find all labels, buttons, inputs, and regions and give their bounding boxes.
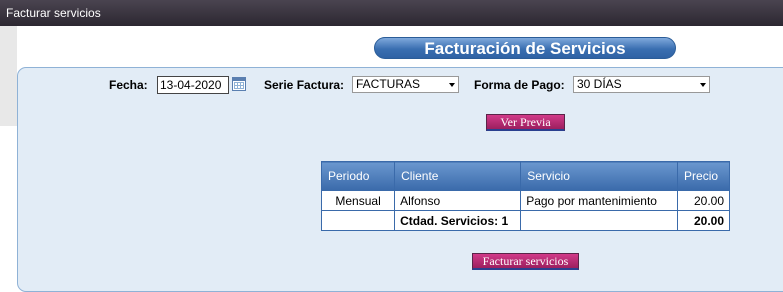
calendar-icon[interactable]: [232, 77, 246, 91]
cell-empty: [520, 210, 679, 231]
serie-select-value: FACTURAS: [356, 77, 421, 91]
cell-empty: [320, 210, 396, 231]
table-header-row: Periodo Cliente Servicio Precio: [320, 161, 730, 191]
window-title: Facturar servicios: [0, 0, 783, 26]
total-label: Ctdad. Servicios: 1: [394, 210, 522, 231]
cell-servicio: Pago por mantenimiento: [520, 190, 679, 211]
cell-precio: 20.00: [677, 190, 730, 211]
chevron-down-icon: [700, 83, 706, 87]
table-row: Mensual Alfonso Pago por mantenimiento 2…: [320, 190, 730, 211]
column-header-precio: Precio: [677, 161, 730, 191]
chevron-down-icon: [449, 83, 455, 87]
cell-periodo: Mensual: [320, 190, 396, 211]
pago-select-value: 30 DÍAS: [577, 77, 622, 91]
column-header-servicio: Servicio: [520, 161, 679, 191]
ver-previa-button[interactable]: Ver Previa: [486, 114, 565, 131]
page-title: Facturación de Servicios: [374, 37, 676, 59]
fecha-label: Fecha:: [109, 78, 148, 92]
serie-select[interactable]: FACTURAS: [352, 76, 459, 93]
pago-label: Forma de Pago:: [474, 78, 565, 92]
total-precio: 20.00: [677, 210, 730, 231]
facturar-servicios-button[interactable]: Facturar servicios: [472, 253, 579, 270]
serie-label: Serie Factura:: [264, 78, 345, 92]
cell-cliente: Alfonso: [394, 190, 522, 211]
table-total-row: Ctdad. Servicios: 1 20.00: [320, 210, 730, 231]
fecha-input[interactable]: [157, 76, 229, 94]
left-shade: [0, 26, 17, 126]
column-header-periodo: Periodo: [320, 161, 396, 191]
services-table: Periodo Cliente Servicio Precio Mensual …: [320, 161, 730, 231]
pago-select[interactable]: 30 DÍAS: [573, 76, 710, 93]
column-header-cliente: Cliente: [394, 161, 522, 191]
